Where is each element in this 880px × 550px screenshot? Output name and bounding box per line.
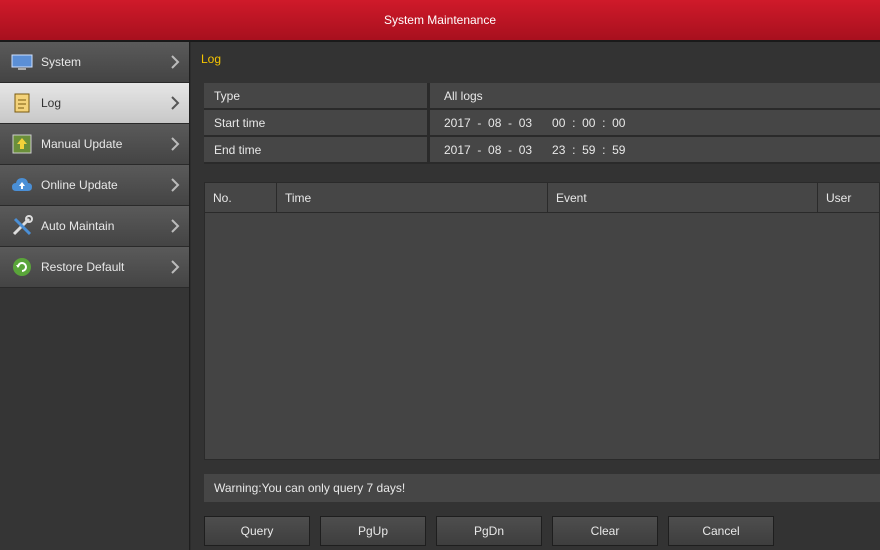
- sidebar-item-online-update[interactable]: Online Update: [0, 165, 189, 206]
- pgup-button[interactable]: PgUp: [320, 516, 426, 546]
- main-content: Log Type All logs Start time 2017 - 08 -…: [191, 42, 880, 550]
- column-header-user: User: [826, 191, 852, 205]
- sidebar-item-manual-update[interactable]: Manual Update: [0, 124, 189, 165]
- log-table-header: No. Time Event User: [205, 183, 879, 213]
- log-query-params: Type All logs Start time 2017 - 08 - 03 …: [204, 83, 880, 164]
- document-icon: [11, 92, 33, 114]
- start-time-field[interactable]: 2017 - 08 - 03 00 : 00 : 00: [430, 110, 880, 135]
- param-row-end-time: End time 2017 - 08 - 03 23 : 59 : 59: [204, 137, 880, 164]
- pgdn-button[interactable]: PgDn: [436, 516, 542, 546]
- warning-message: Warning:You can only query 7 days!: [204, 474, 880, 502]
- column-header-event: Event: [548, 183, 818, 212]
- sidebar: System Log Manual Update Online Update A…: [0, 42, 190, 550]
- tools-icon: [11, 215, 33, 237]
- type-label: Type: [204, 83, 430, 108]
- sidebar-item-label: Manual Update: [41, 137, 123, 151]
- chevron-right-icon: [171, 137, 180, 151]
- sidebar-item-restore-default[interactable]: Restore Default: [0, 247, 189, 288]
- chevron-right-icon: [171, 55, 180, 69]
- refresh-icon: [11, 256, 33, 278]
- type-select[interactable]: All logs: [430, 83, 880, 108]
- window-title-bar: System Maintenance: [0, 0, 880, 42]
- cloud-icon: [11, 174, 33, 196]
- window-title: System Maintenance: [383, 13, 497, 27]
- monitor-icon: [11, 51, 33, 73]
- clear-button[interactable]: Clear: [552, 516, 658, 546]
- chevron-right-icon: [171, 178, 180, 192]
- chevron-right-icon: [171, 219, 180, 233]
- cancel-button[interactable]: Cancel: [668, 516, 774, 546]
- end-time-field[interactable]: 2017 - 08 - 03 23 : 59 : 59: [430, 137, 880, 162]
- sidebar-item-label: Log: [41, 96, 62, 110]
- sidebar-item-label: System: [41, 55, 82, 69]
- sidebar-item-label: Online Update: [41, 178, 118, 192]
- sidebar-item-label: Restore Default: [41, 260, 125, 274]
- column-header-no: No.: [205, 183, 277, 212]
- upload-icon: [11, 133, 33, 155]
- param-row-start-time: Start time 2017 - 08 - 03 00 : 00 : 00: [204, 110, 880, 137]
- chevron-right-icon: [171, 96, 180, 110]
- section-title: Log: [201, 52, 222, 66]
- sidebar-item-auto-maintain[interactable]: Auto Maintain: [0, 206, 189, 247]
- chevron-right-icon: [171, 260, 180, 274]
- param-row-type: Type All logs: [204, 83, 880, 110]
- end-time-label: End time: [204, 137, 430, 162]
- sidebar-item-system[interactable]: System: [0, 42, 189, 83]
- sidebar-item-label: Auto Maintain: [41, 219, 115, 233]
- start-time-label: Start time: [204, 110, 430, 135]
- column-header-time: Time: [277, 183, 548, 212]
- query-button[interactable]: Query: [204, 516, 310, 546]
- button-row: Query PgUp PgDn Clear Cancel: [204, 516, 784, 546]
- sidebar-item-log[interactable]: Log: [0, 83, 189, 124]
- log-table: No. Time Event User: [204, 182, 880, 460]
